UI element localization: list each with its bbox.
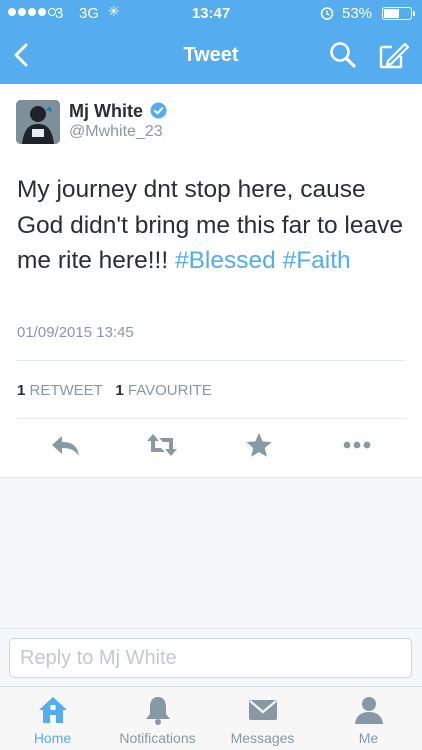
retweet-label: RETWEET: [29, 382, 103, 399]
hashtag-link[interactable]: #Faith: [283, 247, 351, 274]
status-bar: 3 3G ✳ 13:47 53%: [0, 0, 422, 28]
tab-label: Me: [358, 730, 379, 746]
more-icon[interactable]: [340, 430, 374, 460]
alarm-icon: [320, 7, 334, 20]
compose-icon[interactable]: [378, 40, 410, 70]
avatar[interactable]: [16, 100, 60, 144]
divider: [17, 418, 405, 419]
favourite-label: FAVOURITE: [127, 382, 212, 399]
reply-bar: [0, 628, 422, 686]
battery-level: [384, 9, 399, 18]
favourite-icon[interactable]: [242, 430, 276, 460]
tweet-stats: 1 RETWEET 1 FAVOURITE: [17, 382, 212, 399]
verified-badge-icon: [150, 102, 167, 119]
home-icon: [38, 697, 67, 723]
author-name[interactable]: Mj White: [69, 101, 143, 122]
retweet-count: 1: [17, 382, 26, 399]
notifications-icon: [145, 697, 170, 725]
favourite-stat[interactable]: 1 FAVOURITE: [115, 382, 211, 399]
avatar-image: [16, 100, 60, 144]
tab-messages[interactable]: Messages: [210, 687, 315, 750]
tab-me[interactable]: Me: [316, 687, 421, 750]
battery-percent: 53%: [342, 5, 373, 22]
tab-home[interactable]: Home: [0, 687, 105, 750]
reply-icon[interactable]: [48, 430, 82, 460]
tab-label: Messages: [230, 730, 295, 746]
favourite-count: 1: [115, 382, 124, 399]
tweet-card: Mj White @Mwhite_23 My journey dnt stop …: [0, 84, 422, 478]
divider: [17, 360, 405, 361]
battery-tip: [413, 11, 415, 16]
search-icon[interactable]: [328, 40, 358, 70]
retweet-icon[interactable]: [145, 430, 179, 460]
tab-label: Home: [33, 730, 72, 746]
me-icon: [354, 697, 383, 724]
tweet-timestamp: 01/09/2015 13:45: [17, 324, 134, 341]
tab-notifications[interactable]: Notifications: [105, 687, 210, 750]
messages-icon: [248, 700, 277, 720]
tab-label: Notifications: [119, 730, 196, 746]
top-bar: 3 3G ✳ 13:47 53% Tweet: [0, 0, 422, 84]
hashtag-link[interactable]: #Blessed: [175, 247, 276, 274]
author-handle[interactable]: @Mwhite_23: [69, 123, 163, 141]
page-title: Tweet: [183, 44, 239, 66]
tweet-text: My journey dnt stop here, cause God didn…: [17, 172, 409, 279]
tab-bar: Home Notifications Messages Me: [0, 686, 422, 750]
battery-icon: [382, 7, 412, 20]
retweet-stat[interactable]: 1 RETWEET: [17, 382, 103, 399]
reply-input[interactable]: [9, 638, 412, 678]
